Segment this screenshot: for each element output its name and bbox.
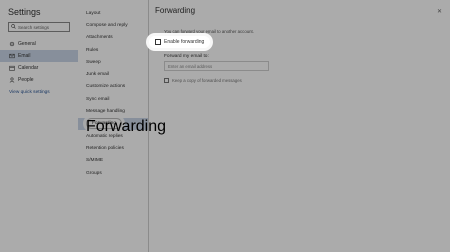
search-settings-input[interactable]: Search settings (8, 22, 70, 32)
search-icon (11, 24, 16, 30)
email-setting-label: Retention policies (86, 145, 124, 151)
enable-forwarding-label: Enable forwarding (164, 39, 205, 45)
forwarding-title: Forwarding (155, 6, 196, 15)
settings-nav: General Email Calendar People View quick… (0, 38, 78, 95)
people-icon (9, 77, 15, 83)
checkbox-box[interactable] (164, 78, 169, 83)
email-setting-message-handling[interactable]: Message handling (78, 105, 148, 117)
email-setting-customize-actions[interactable]: Customize actions (78, 81, 148, 93)
settings-title: Settings (8, 7, 41, 17)
email-setting-compose-and-reply[interactable]: Compose and reply (78, 19, 148, 31)
email-setting-layout[interactable]: Layout (78, 7, 148, 19)
keep-copy-checkbox[interactable]: Keep a copy of forwarded messages (164, 78, 242, 83)
mail-icon (9, 53, 15, 59)
email-setting-rules[interactable]: Rules (78, 44, 148, 56)
nav-item-label: Calendar (18, 65, 39, 71)
email-setting-label: Customize actions (86, 84, 126, 90)
enable-forwarding-checkbox[interactable]: Enable forwarding (149, 36, 211, 48)
email-setting-smime[interactable]: S/MIME (78, 155, 148, 167)
keep-copy-label: Keep a copy of forwarded messages (172, 78, 242, 83)
email-setting-label: Rules (86, 47, 99, 53)
email-setting-label: Junk email (86, 72, 109, 78)
email-setting-label: S/MIME (86, 158, 104, 164)
gear-icon (9, 41, 15, 47)
email-setting-groups[interactable]: Groups (78, 167, 148, 179)
email-setting-attachments[interactable]: Attachments (78, 32, 148, 44)
nav-item-label: Email (18, 53, 31, 59)
forwarding-description: You can forward your email to another ac… (164, 29, 254, 34)
nav-item-email[interactable]: Email (0, 50, 78, 62)
nav-item-general[interactable]: General (0, 38, 78, 50)
search-placeholder: Search settings (18, 24, 50, 30)
email-setting-label: Attachments (86, 35, 113, 41)
nav-item-label: General (18, 41, 36, 47)
calendar-icon (9, 65, 15, 71)
nav-item-people[interactable]: People (0, 74, 78, 86)
settings-nav-pane: Settings Search settings General Email C… (0, 0, 79, 252)
email-setting-label: Layout (86, 10, 101, 16)
email-input-placeholder: Enter an email address (168, 63, 213, 69)
view-quick-settings-link[interactable]: View quick settings (0, 90, 78, 95)
email-setting-label: Compose and reply (86, 22, 128, 28)
email-setting-label: Message handling (86, 109, 125, 115)
forward-email-input[interactable]: Enter an email address (164, 61, 269, 71)
settings-page: Settings Search settings General Email C… (0, 0, 450, 252)
checkbox-box[interactable] (155, 39, 161, 45)
email-setting-label: Sweep (86, 59, 101, 65)
close-icon[interactable]: ✕ (437, 8, 442, 15)
nav-item-label: People (18, 77, 34, 83)
email-setting-sync-email[interactable]: Sync email (78, 93, 148, 105)
email-setting-junk-email[interactable]: Junk email (78, 68, 148, 80)
email-setting-label: Forwarding (86, 118, 167, 136)
forward-to-label: Forward my email to: (164, 54, 209, 59)
email-setting-label: Sync email (86, 96, 110, 102)
email-setting-sweep[interactable]: Sweep (78, 56, 148, 68)
nav-item-calendar[interactable]: Calendar (0, 62, 78, 74)
email-setting-retention-policies[interactable]: Retention policies (78, 142, 148, 154)
email-setting-label: Groups (86, 170, 102, 176)
